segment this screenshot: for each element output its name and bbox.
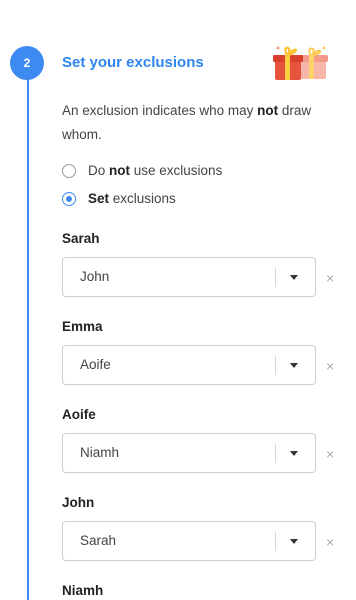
exclusion-select[interactable]: John [62, 257, 316, 297]
chevron-down-icon[interactable] [290, 363, 298, 368]
radio-button[interactable] [62, 163, 76, 178]
step-title: Set your exclusions [62, 54, 204, 71]
select-value: John [80, 269, 110, 284]
exclusion-select[interactable]: Aoife [62, 345, 316, 385]
select-value: Sarah [80, 533, 117, 548]
exclusion-select[interactable]: Niamh [62, 433, 316, 473]
chevron-down-icon[interactable] [290, 539, 298, 544]
chevron-down-icon[interactable] [290, 275, 298, 280]
person-label: Emma [62, 319, 103, 334]
radio-label: Set exclusions [88, 191, 176, 206]
close-icon[interactable]: × [326, 535, 334, 549]
person-label: Aoife [62, 407, 96, 422]
person-label: John [62, 495, 95, 510]
timeline-line [27, 78, 29, 600]
close-icon[interactable]: × [326, 359, 334, 373]
exclusions-step: 2 Set your exclusions An exclusion indic… [0, 0, 356, 600]
select-value: Niamh [80, 445, 120, 460]
gift-icon [273, 46, 328, 80]
radio-label: Do not use exclusions [88, 163, 223, 178]
exclusion-select[interactable]: Sarah [62, 521, 316, 561]
person-label: Sarah [62, 231, 100, 246]
radio-button-selected[interactable] [62, 191, 76, 206]
radio-set-exclusions[interactable]: Set exclusions [62, 191, 176, 206]
exclusion-description: An exclusion indicates who may not draw … [62, 103, 312, 142]
select-separator [275, 532, 276, 551]
select-separator [275, 444, 276, 463]
person-label: Niamh [62, 583, 104, 598]
select-separator [275, 356, 276, 375]
close-icon[interactable]: × [326, 271, 334, 285]
select-value: Aoife [80, 357, 111, 372]
select-separator [275, 268, 276, 287]
step-number-badge: 2 [10, 46, 44, 80]
close-icon[interactable]: × [326, 447, 334, 461]
chevron-down-icon[interactable] [290, 451, 298, 456]
radio-no-exclusions[interactable]: Do not use exclusions [62, 163, 222, 178]
